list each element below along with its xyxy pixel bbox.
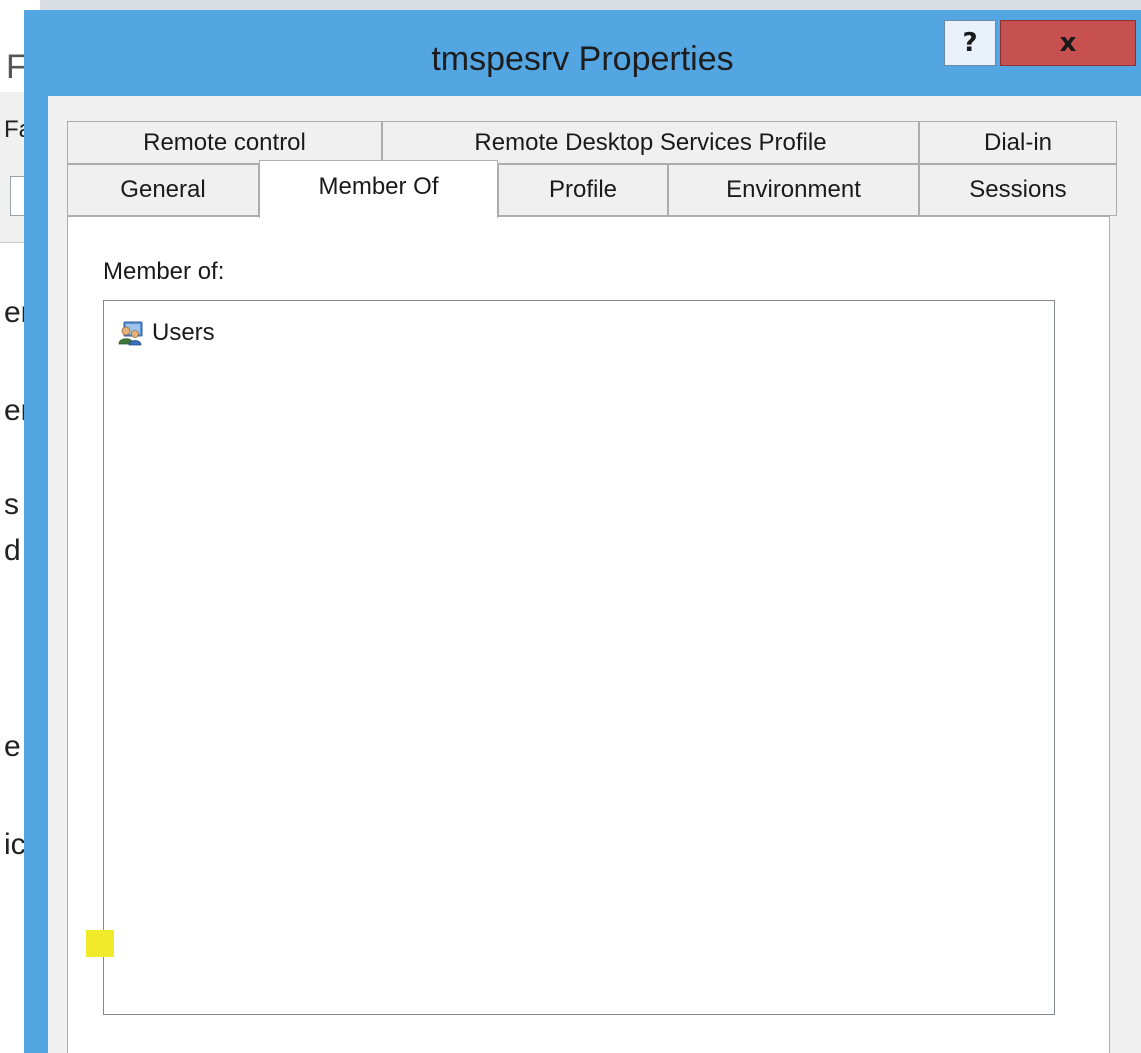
tab-remote-control[interactable]: Remote control (67, 121, 382, 164)
background-text-fragment: e (4, 730, 21, 763)
help-button[interactable]: ? (944, 20, 996, 66)
dialog-client-area: Remote control Remote Desktop Services P… (48, 96, 1141, 1053)
background-text-fragment: s (4, 488, 19, 521)
background-window-title-bar (0, 0, 1141, 10)
user-group-icon (118, 320, 144, 346)
tab-dial-in[interactable]: Dial-in (919, 121, 1117, 164)
background-text-fragment: d (4, 534, 21, 567)
list-item[interactable]: Users (118, 313, 215, 353)
tab-environment[interactable]: Environment (668, 164, 919, 216)
properties-dialog: tmspesrv Properties ? x Remote control R… (24, 10, 1141, 1053)
background-text-fragment: ic (4, 828, 26, 861)
member-of-label: Member of: (103, 258, 225, 285)
close-button[interactable]: x (1000, 20, 1136, 66)
member-of-list[interactable]: Users (103, 300, 1055, 1015)
tab-general[interactable]: General (67, 164, 259, 216)
list-item-label: Users (152, 319, 215, 346)
tab-sessions[interactable]: Sessions (919, 164, 1117, 216)
tab-member-of[interactable]: Member Of (259, 160, 498, 218)
tab-profile[interactable]: Profile (498, 164, 668, 216)
tab-remote-desktop-services-profile[interactable]: Remote Desktop Services Profile (382, 121, 919, 164)
highlight-mark (86, 930, 114, 957)
